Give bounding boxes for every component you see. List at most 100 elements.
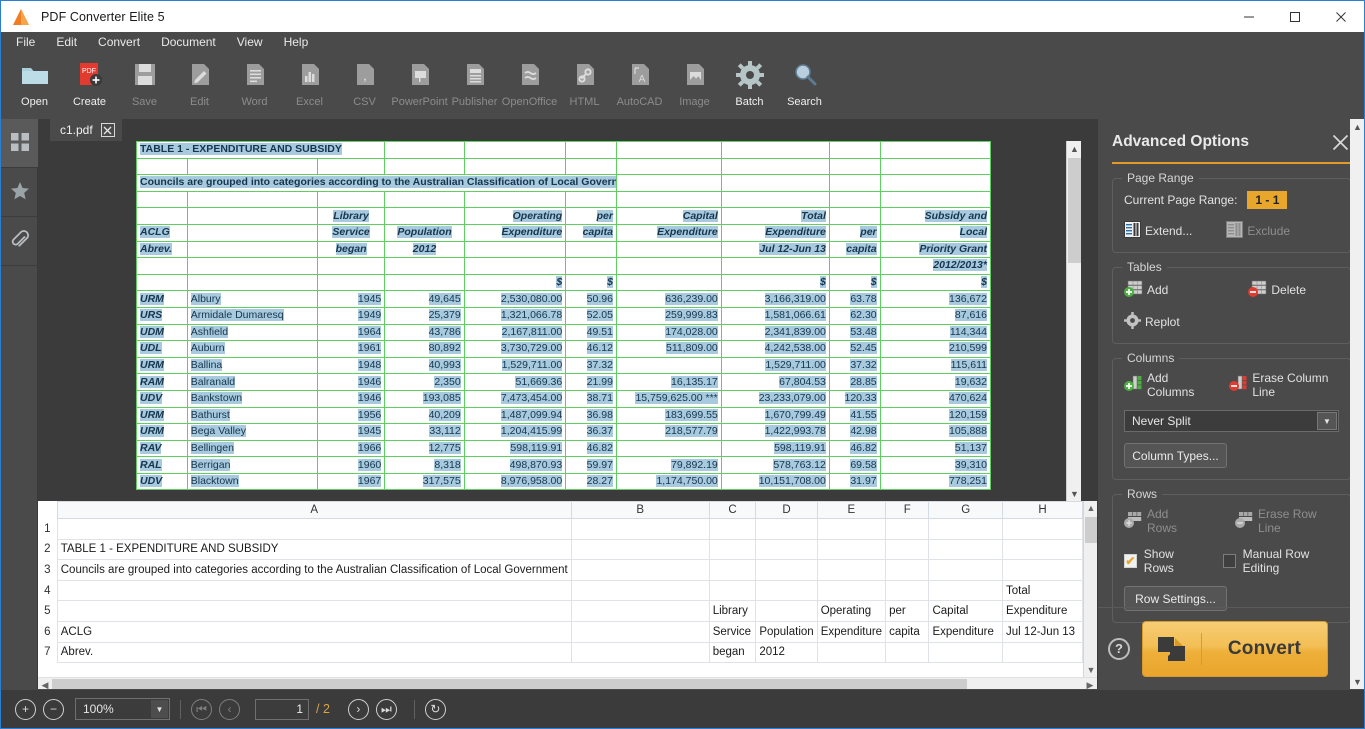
column-header-g[interactable]: G (929, 502, 1003, 519)
column-split-select[interactable]: Never Split ▼ (1124, 410, 1339, 432)
row-header[interactable]: 2 (38, 539, 57, 560)
convert-button[interactable]: Convert (1142, 621, 1328, 677)
cell-h2[interactable] (1003, 539, 1083, 560)
toolbar-publisher-button[interactable]: Publisher (447, 53, 502, 115)
cell-b3[interactable] (571, 560, 709, 581)
menu-convert[interactable]: Convert (92, 33, 151, 52)
scroll-up-icon[interactable]: ▲ (1350, 119, 1365, 134)
close-icon[interactable] (101, 123, 115, 137)
row-header[interactable]: 3 (38, 560, 57, 581)
cell-a1[interactable] (57, 519, 571, 540)
scroll-down-icon[interactable]: ▼ (1067, 486, 1081, 501)
column-header-b[interactable]: B (571, 502, 709, 519)
toolbar-edit-button[interactable]: Edit (172, 53, 227, 115)
rotate-icon[interactable]: ↻ (425, 699, 446, 720)
row-header[interactable]: 4 (38, 580, 57, 601)
manual-row-editing-checkbox[interactable]: Manual Row Editing (1223, 547, 1339, 575)
rail-thumbnails-button[interactable] (1, 119, 38, 168)
menu-help[interactable]: Help (278, 33, 320, 52)
add-rows-button[interactable]: Add Rows (1124, 507, 1199, 535)
cell-f3[interactable] (886, 560, 929, 581)
panel-vertical-scrollbar[interactable]: ▲ ▼ (1350, 119, 1365, 689)
cell-f5[interactable]: per (886, 601, 929, 622)
cell-c7[interactable]: began (709, 642, 756, 663)
extend-pages-button[interactable]: Extend... (1124, 221, 1192, 241)
preview-vertical-scrollbar[interactable]: ▲ ▼ (1066, 141, 1081, 501)
pdf-preview-pane[interactable]: TABLE 1 - EXPENDITURE AND SUBSIDYCouncil… (38, 141, 1081, 501)
cell-f1[interactable] (886, 519, 929, 540)
add-columns-button[interactable]: Add Columns (1124, 371, 1207, 399)
erase-row-line-button[interactable]: Erase Row Line (1235, 507, 1339, 535)
close-icon[interactable] (1318, 1, 1364, 32)
show-rows-checkbox[interactable]: ✔ Show Rows (1124, 547, 1201, 575)
rail-bookmarks-button[interactable] (1, 168, 38, 217)
menu-view[interactable]: View (231, 33, 274, 52)
row-header[interactable]: 6 (38, 621, 57, 642)
menu-document[interactable]: Document (155, 33, 227, 52)
cell-d1[interactable] (756, 519, 817, 540)
cell-a2[interactable]: TABLE 1 - EXPENDITURE AND SUBSIDY (57, 539, 571, 560)
replot-button[interactable]: Replot (1124, 312, 1180, 332)
help-button[interactable]: ? (1108, 638, 1130, 660)
cell-c3[interactable] (709, 560, 756, 581)
cell-a6[interactable]: ACLG (57, 621, 571, 642)
erase-column-line-button[interactable]: Erase Column Line (1229, 371, 1339, 399)
cell-e6[interactable]: Expenditure (817, 621, 885, 642)
cell-a5[interactable] (57, 601, 571, 622)
cell-d3[interactable] (756, 560, 817, 581)
toolbar-word-button[interactable]: Word (227, 53, 282, 115)
cell-h7[interactable] (1003, 642, 1083, 663)
cell-f4[interactable] (886, 580, 929, 601)
column-header-f[interactable]: F (886, 502, 929, 519)
zoom-out-icon[interactable]: − (43, 699, 64, 720)
cell-b2[interactable] (571, 539, 709, 560)
minimize-icon[interactable] (1226, 1, 1272, 32)
chevron-down-icon[interactable]: ▼ (151, 700, 168, 718)
cell-e2[interactable] (817, 539, 885, 560)
cell-h3[interactable] (1003, 560, 1083, 581)
rail-attachments-button[interactable] (1, 217, 38, 266)
cell-h5[interactable]: Expenditure (1003, 601, 1083, 622)
first-page-icon[interactable]: ⏮ (191, 699, 212, 720)
cell-h6[interactable]: Jul 12-Jun 13 (1003, 621, 1083, 642)
column-header-d[interactable]: D (756, 502, 817, 519)
cell-c4[interactable] (709, 580, 756, 601)
cell-g7[interactable] (929, 642, 1003, 663)
cell-d2[interactable] (756, 539, 817, 560)
scrollbar-thumb[interactable] (1068, 158, 1081, 263)
cell-g5[interactable]: Capital (929, 601, 1003, 622)
menu-file[interactable]: File (10, 33, 46, 52)
grid-corner[interactable] (38, 502, 57, 519)
cell-b5[interactable] (571, 601, 709, 622)
scroll-down-icon[interactable]: ▼ (1084, 663, 1097, 677)
cell-b7[interactable] (571, 642, 709, 663)
zoom-select[interactable]: 100% ▼ (75, 698, 170, 720)
toolbar-csv-button[interactable]: , CSV (337, 53, 392, 115)
cell-e3[interactable] (817, 560, 885, 581)
cell-c6[interactable]: Service (709, 621, 756, 642)
cell-c5[interactable]: Library (709, 601, 756, 622)
toolbar-batch-button[interactable]: Batch (722, 53, 777, 115)
toolbar-autocad-button[interactable]: A AutoCAD (612, 53, 667, 115)
toolbar-create-button[interactable]: PDF Create (62, 53, 117, 115)
prev-page-icon[interactable]: ‹ (219, 699, 240, 720)
cell-e1[interactable] (817, 519, 885, 540)
delete-table-button[interactable]: Delete (1248, 280, 1306, 300)
close-icon[interactable] (1329, 131, 1351, 153)
cell-d6[interactable]: Population (756, 621, 817, 642)
cell-f2[interactable] (886, 539, 929, 560)
next-page-icon[interactable]: › (348, 699, 369, 720)
cell-c2[interactable] (709, 539, 756, 560)
cell-g2[interactable] (929, 539, 1003, 560)
cell-e5[interactable]: Operating (817, 601, 885, 622)
cell-h1[interactable] (1003, 519, 1083, 540)
cell-g1[interactable] (929, 519, 1003, 540)
cell-b6[interactable] (571, 621, 709, 642)
column-header-a[interactable]: A (57, 502, 571, 519)
last-page-icon[interactable]: ⏭ (376, 699, 397, 720)
toolbar-html-button[interactable]: HTML (557, 53, 612, 115)
cell-b4[interactable] (571, 580, 709, 601)
add-table-button[interactable]: Add (1124, 280, 1168, 300)
cell-a4[interactable] (57, 580, 571, 601)
cell-h4[interactable]: Total (1003, 580, 1083, 601)
